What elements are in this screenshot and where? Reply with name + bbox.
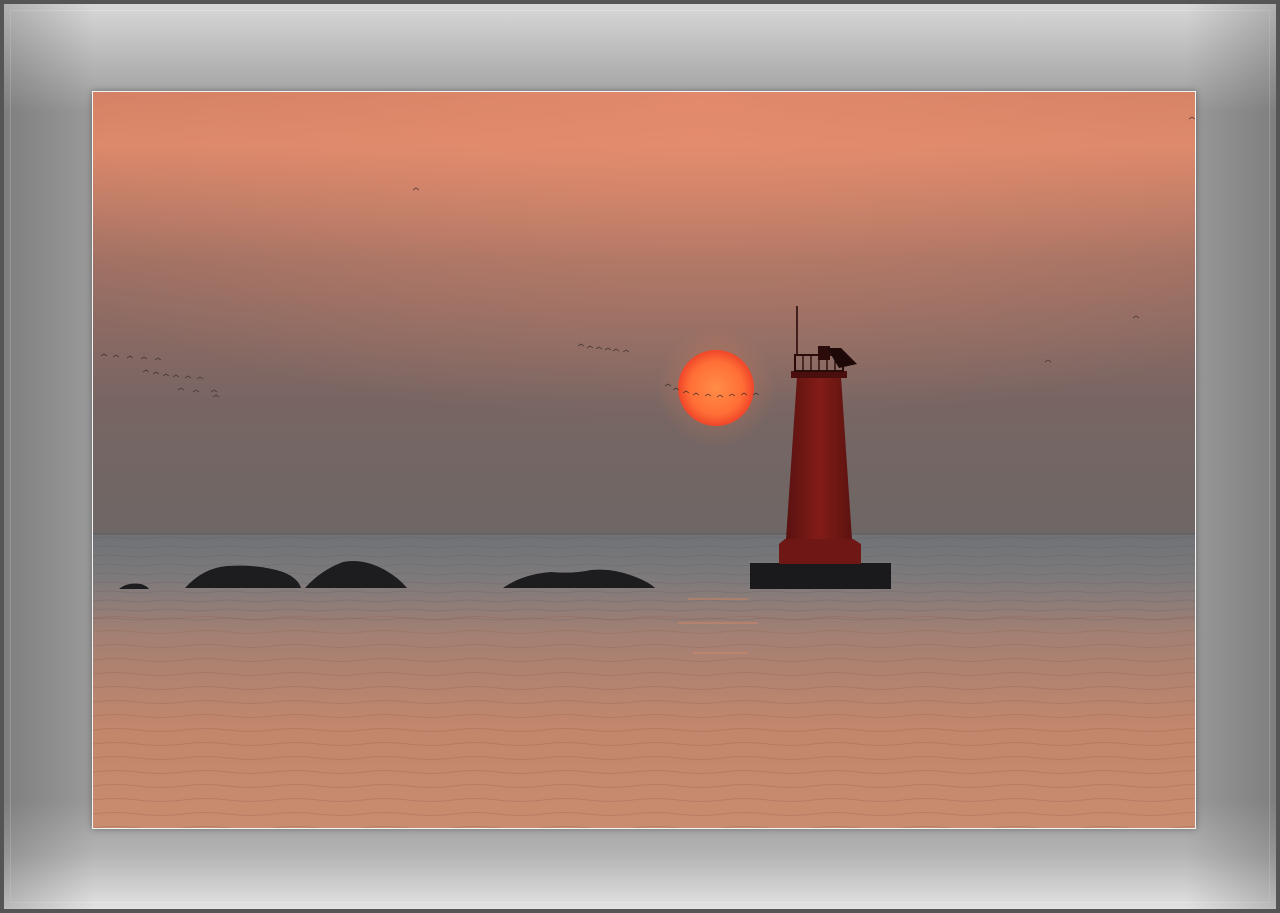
sky-glow (93, 92, 1195, 534)
photo (92, 91, 1196, 829)
lighthouse-foot (779, 539, 861, 564)
picture-frame (0, 0, 1280, 913)
sun (678, 350, 754, 426)
lighthouse-base (750, 563, 891, 589)
lighthouse-tower (786, 377, 852, 539)
sunset-photo (93, 92, 1195, 828)
lighthouse-collar (791, 371, 847, 378)
sea-ripples-near (93, 612, 1195, 828)
frame-shade-right (1186, 4, 1276, 909)
frame-shade-left (4, 4, 94, 909)
